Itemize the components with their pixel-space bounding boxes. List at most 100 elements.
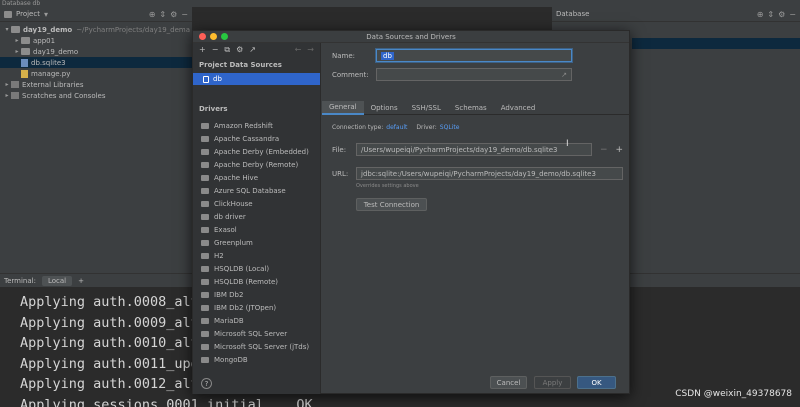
driver-label: Greenplum (214, 238, 253, 247)
expand-arrow-icon[interactable]: ▸ (13, 37, 21, 44)
driver-label: db driver (214, 212, 246, 221)
expand-arrow-icon[interactable]: ▸ (13, 48, 21, 55)
wrench-icon[interactable]: ⚙ (236, 45, 243, 54)
chevron-down-icon[interactable]: ▾ (44, 10, 48, 19)
url-label: URL: (332, 169, 349, 178)
driver-label: HSQLDB (Local) (214, 264, 270, 273)
driver-icon (201, 226, 209, 233)
comment-input[interactable]: ↗ (376, 68, 572, 81)
test-connection-button[interactable]: Test Connection (356, 198, 427, 211)
comment-label: Comment: (332, 70, 369, 79)
add-icon[interactable]: ⊕ (757, 10, 764, 19)
expand-arrow-icon[interactable]: ▸ (3, 81, 11, 88)
add-icon[interactable]: + (199, 45, 206, 54)
name-input[interactable]: db (376, 49, 572, 62)
project-panel: Project ▾ ⊕ ⇕ ⚙ − ▾ day19_demo ~/PycharmPr… (0, 7, 192, 273)
driver-item[interactable]: Apache Hive (193, 171, 320, 184)
add-file-icon[interactable]: + (616, 145, 624, 155)
remove-icon[interactable]: − (212, 45, 219, 54)
tree-item-label: day19_demo (33, 47, 79, 56)
add-terminal-icon[interactable]: + (78, 277, 84, 285)
tree-item[interactable]: ▸ day19_demo (0, 46, 192, 57)
tree-item-label: manage.py (31, 69, 71, 78)
locate-icon[interactable]: ⊕ (149, 10, 156, 19)
expand-arrow-icon[interactable]: ▾ (3, 26, 11, 33)
driver-label: Azure SQL Database (214, 186, 286, 195)
data-source-item-db[interactable]: db (193, 73, 320, 85)
file-db-icon (21, 58, 28, 67)
driver-item[interactable]: Apache Cassandra (193, 132, 320, 145)
tree-item-label: External Libraries (22, 80, 84, 89)
driver-label: HSQLDB (Remote) (214, 277, 279, 286)
tab-options[interactable]: Options (364, 101, 405, 115)
expand-icon[interactable]: ↗ (561, 71, 567, 79)
driver-item[interactable]: Exasol (193, 223, 320, 236)
folder-icon (21, 48, 30, 55)
driver-icon (201, 291, 209, 298)
tab-advanced[interactable]: Advanced (494, 101, 543, 115)
driver-item[interactable]: ClickHouse (193, 197, 320, 210)
driver-item[interactable]: MongoDB (193, 353, 320, 366)
driver-item[interactable]: Greenplum (193, 236, 320, 249)
project-tree: ▾ day19_demo ~/PycharmProjects/day19_dema ▸… (0, 22, 192, 101)
driver-icon (201, 122, 209, 129)
driver-item[interactable]: Microsoft SQL Server (193, 327, 320, 340)
database-panel-title[interactable]: Database (556, 10, 589, 18)
tab-general[interactable]: General (322, 101, 364, 115)
file-input[interactable]: /Users/wupeiqi/PycharmProjects/day19_dem… (356, 143, 592, 156)
driver-label: Microsoft SQL Server (jTds) (214, 342, 310, 351)
collapse-icon[interactable]: ⇕ (159, 10, 166, 19)
gear-icon[interactable]: ⚙ (170, 10, 177, 19)
tree-item[interactable]: ▸ Scratches and Consoles (0, 90, 192, 101)
share-icon[interactable]: ↗ (249, 45, 256, 54)
tree-item[interactable]: ▸ app01 (0, 35, 192, 46)
driver-icon (201, 200, 209, 207)
copy-icon[interactable]: ⧉ (224, 45, 230, 55)
url-input[interactable]: jdbc:sqlite:/Users/wupeiqi/PycharmProjec… (356, 167, 623, 180)
forward-arrow-icon[interactable]: → (307, 45, 314, 54)
expand-arrow-icon[interactable]: ▸ (3, 92, 11, 99)
watermark: CSDN @weixin_49378678 (675, 389, 792, 399)
data-sources-sidebar: + − ⧉ ⚙ ↗ ← → Project Data Sources db Dr… (193, 43, 321, 394)
ok-button[interactable]: OK (577, 376, 616, 389)
driver-item[interactable]: HSQLDB (Remote) (193, 275, 320, 288)
driver-label: Apache Derby (Embedded) (214, 147, 309, 156)
remove-file-icon[interactable]: − (600, 145, 608, 155)
tree-item[interactable]: manage.py (0, 68, 192, 79)
name-label: Name: (332, 51, 356, 60)
lib-icon (11, 81, 19, 88)
connection-type-link[interactable]: default (386, 124, 407, 131)
driver-icon (201, 330, 209, 337)
tab-ssh-ssl[interactable]: SSH/SSL (405, 101, 448, 115)
back-arrow-icon[interactable]: ← (295, 45, 302, 54)
gear-icon[interactable]: ⚙ (778, 10, 785, 19)
tree-item[interactable]: db.sqlite3 (0, 57, 192, 68)
tree-item[interactable]: ▾ day19_demo ~/PycharmProjects/day19_dema (0, 24, 192, 35)
driver-icon (201, 278, 209, 285)
driver-item[interactable]: Apache Derby (Remote) (193, 158, 320, 171)
driver-item[interactable]: IBM Db2 (JTOpen) (193, 301, 320, 314)
project-panel-title[interactable]: Project (16, 10, 40, 18)
driver-item[interactable]: Amazon Redshift (193, 119, 320, 132)
help-button[interactable]: ? (201, 378, 212, 389)
apply-button[interactable]: Apply (534, 376, 571, 389)
driver-item[interactable]: Apache Derby (Embedded) (193, 145, 320, 158)
minimize-icon[interactable]: − (789, 10, 796, 19)
driver-item[interactable]: H2 (193, 249, 320, 262)
driver-link[interactable]: SQLite (440, 124, 460, 131)
driver-item[interactable]: db driver (193, 210, 320, 223)
terminal-tab-local[interactable]: Local (41, 275, 73, 286)
dialog-titlebar[interactable]: Data Sources and Drivers (193, 31, 629, 43)
driver-item[interactable]: Microsoft SQL Server (jTds) (193, 340, 320, 353)
driver-item[interactable]: IBM Db2 (193, 288, 320, 301)
tree-item[interactable]: ▸ External Libraries (0, 79, 192, 90)
minimize-icon[interactable]: − (181, 10, 188, 19)
tab-schemas[interactable]: Schemas (448, 101, 494, 115)
split-icon[interactable]: ⇕ (767, 10, 774, 19)
cancel-button[interactable]: Cancel (490, 376, 527, 389)
project-icon (4, 10, 12, 18)
database-selected-row[interactable] (632, 38, 800, 49)
driver-item[interactable]: HSQLDB (Local) (193, 262, 320, 275)
driver-item[interactable]: Azure SQL Database (193, 184, 320, 197)
driver-item[interactable]: MariaDB (193, 314, 320, 327)
